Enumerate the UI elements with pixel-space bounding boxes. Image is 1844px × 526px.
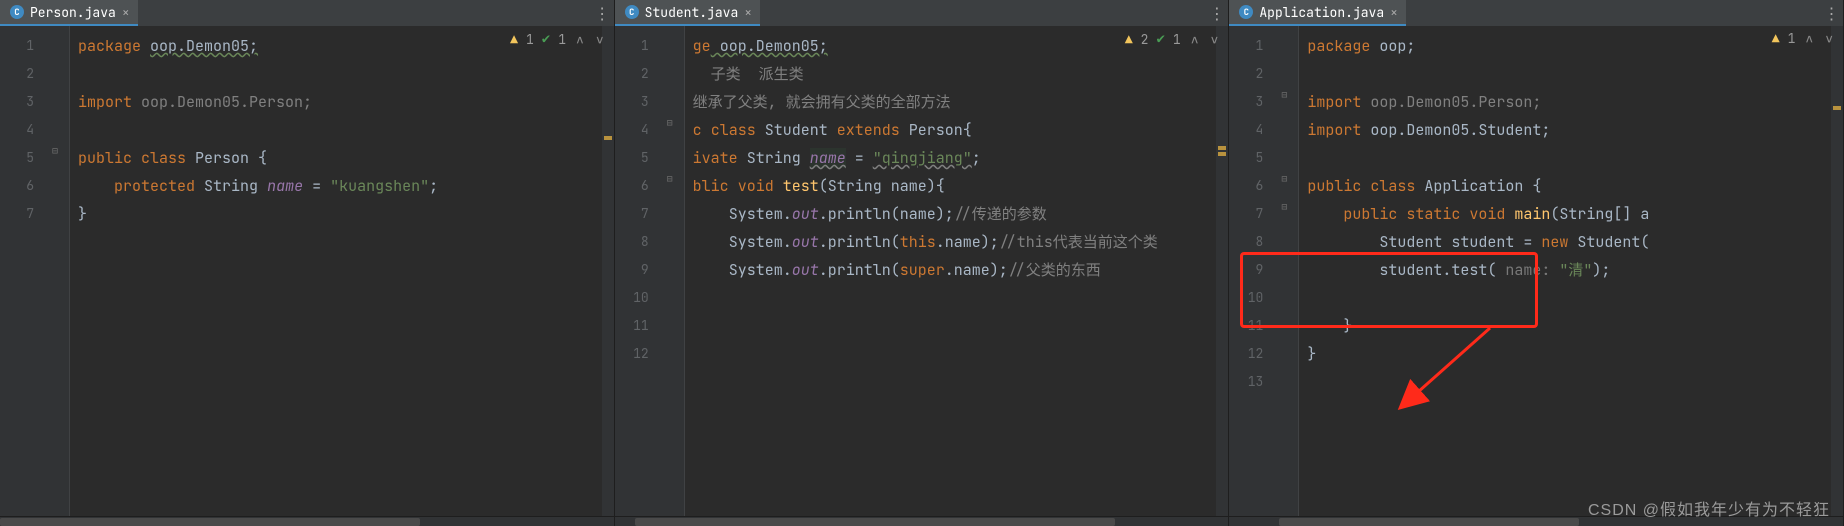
java-class-icon: C (10, 5, 24, 19)
horizontal-scrollbar[interactable] (615, 516, 1229, 526)
editor-pane-student: C Student.java × ⋮ 1 2 3 4 5 6 7 8 9 10 … (615, 0, 1230, 526)
fold-icon[interactable]: ⊟ (667, 172, 673, 185)
inspections-widget[interactable]: ▲1 ∧ ∨ (1772, 30, 1835, 47)
editor-pane-application: C Application.java × ⋮ 1 2 3 4 5 6 7 8 9… (1229, 0, 1844, 526)
tab-application-java[interactable]: C Application.java × (1229, 0, 1406, 26)
tab-student-java[interactable]: C Student.java × (615, 0, 760, 26)
more-icon[interactable]: ⋮ (1819, 0, 1843, 26)
more-icon[interactable]: ⋮ (1204, 0, 1228, 26)
error-stripe[interactable] (602, 26, 614, 516)
editor[interactable]: 1 2 3 4 5 6 7 8 9 10 11 12 13 ⊟ ⊟ ⊟ ▲1 ∧ (1229, 26, 1843, 516)
java-class-icon: C (625, 5, 639, 19)
check-icon: ✔ (1156, 30, 1164, 48)
tabbar: C Person.java × ⋮ (0, 0, 614, 26)
editor[interactable]: 1 2 3 4 5 6 7 8 9 10 11 12 ⊟ ⊟ ▲2 ✔1 ∧ ∨ (615, 26, 1229, 516)
fold-icon[interactable]: ⊟ (1281, 172, 1287, 185)
line-number: 7 (0, 200, 52, 228)
inspections-widget[interactable]: ▲2 ✔1 ∧ ∨ (1125, 30, 1221, 48)
line-gutter: 1 2 3 4 5 6 7 8 9 10 11 12 13 (1229, 26, 1281, 516)
fold-gutter: ⊟ ⊟ (667, 26, 685, 516)
line-number: 6 (0, 172, 52, 200)
line-number: 4 (0, 116, 52, 144)
tab-label: Student.java (645, 4, 739, 21)
warning-icon: ▲ (510, 31, 518, 48)
scrollbar-thumb[interactable] (635, 518, 1115, 526)
prev-highlight-icon[interactable]: ∧ (1803, 30, 1815, 47)
editor-pane-person: C Person.java × ⋮ 1 2 3 4 5 6 7 ⊟ ▲ 1 ✔ 1 … (0, 0, 615, 526)
line-number: 2 (0, 60, 52, 88)
line-number: 3 (0, 88, 52, 116)
tabbar: C Student.java × ⋮ (615, 0, 1229, 26)
watermark-text: CSDN @假如我年少有为不轻狂 (1588, 496, 1830, 520)
fold-gutter: ⊟ (52, 26, 70, 516)
line-gutter: 1 2 3 4 5 6 7 8 9 10 11 12 (615, 26, 667, 516)
fold-icon[interactable]: ⊟ (1281, 200, 1287, 213)
next-highlight-icon[interactable]: ∨ (594, 31, 606, 48)
prev-highlight-icon[interactable]: ∧ (1189, 31, 1201, 48)
line-number: 5 (0, 144, 52, 172)
fold-icon[interactable]: ⊟ (1281, 88, 1287, 101)
close-icon[interactable]: × (122, 4, 130, 21)
check-icon: ✔ (542, 30, 550, 48)
line-gutter: 1 2 3 4 5 6 7 (0, 26, 52, 516)
code-area[interactable]: ▲2 ✔1 ∧ ∨ ge oop.Demon05; 子类 派生类 继承了父类, … (685, 26, 1229, 516)
editor[interactable]: 1 2 3 4 5 6 7 ⊟ ▲1 ✔1 ∧ ∨ package oop.De… (0, 26, 614, 516)
horizontal-scrollbar[interactable] (0, 516, 614, 526)
scrollbar-thumb[interactable] (0, 518, 420, 526)
close-icon[interactable]: × (1390, 4, 1398, 21)
error-stripe[interactable] (1216, 26, 1228, 516)
fold-icon[interactable]: ⊟ (52, 144, 58, 157)
tab-label: Application.java (1259, 4, 1384, 21)
warning-count: 1 (526, 31, 534, 48)
warning-icon: ▲ (1125, 31, 1133, 48)
fold-gutter: ⊟ ⊟ ⊟ (1281, 26, 1299, 516)
fold-icon[interactable]: ⊟ (667, 116, 673, 129)
tab-person-java[interactable]: C Person.java × (0, 0, 138, 26)
next-highlight-icon[interactable]: ∨ (1823, 30, 1835, 47)
code-area[interactable]: ▲1 ∧ ∨ package oop; import oop.Demon05.P… (1299, 26, 1843, 516)
tab-label: Person.java (30, 4, 116, 21)
more-icon[interactable]: ⋮ (590, 0, 614, 26)
java-class-icon: C (1239, 5, 1253, 19)
scrollbar-thumb[interactable] (1279, 518, 1579, 526)
next-highlight-icon[interactable]: ∨ (1209, 31, 1221, 48)
check-count: 1 (558, 31, 566, 48)
line-number: 1 (0, 32, 52, 60)
prev-highlight-icon[interactable]: ∧ (574, 31, 586, 48)
inspections-widget[interactable]: ▲ 1 ✔ 1 ∧ ∨ (510, 30, 606, 48)
error-stripe[interactable] (1831, 26, 1843, 516)
code-area[interactable]: ▲1 ✔1 ∧ ∨ package oop.Demon05; import oo… (70, 26, 614, 516)
tabbar: C Application.java × ⋮ (1229, 0, 1843, 26)
close-icon[interactable]: × (744, 4, 752, 21)
warning-icon: ▲ (1772, 30, 1780, 47)
